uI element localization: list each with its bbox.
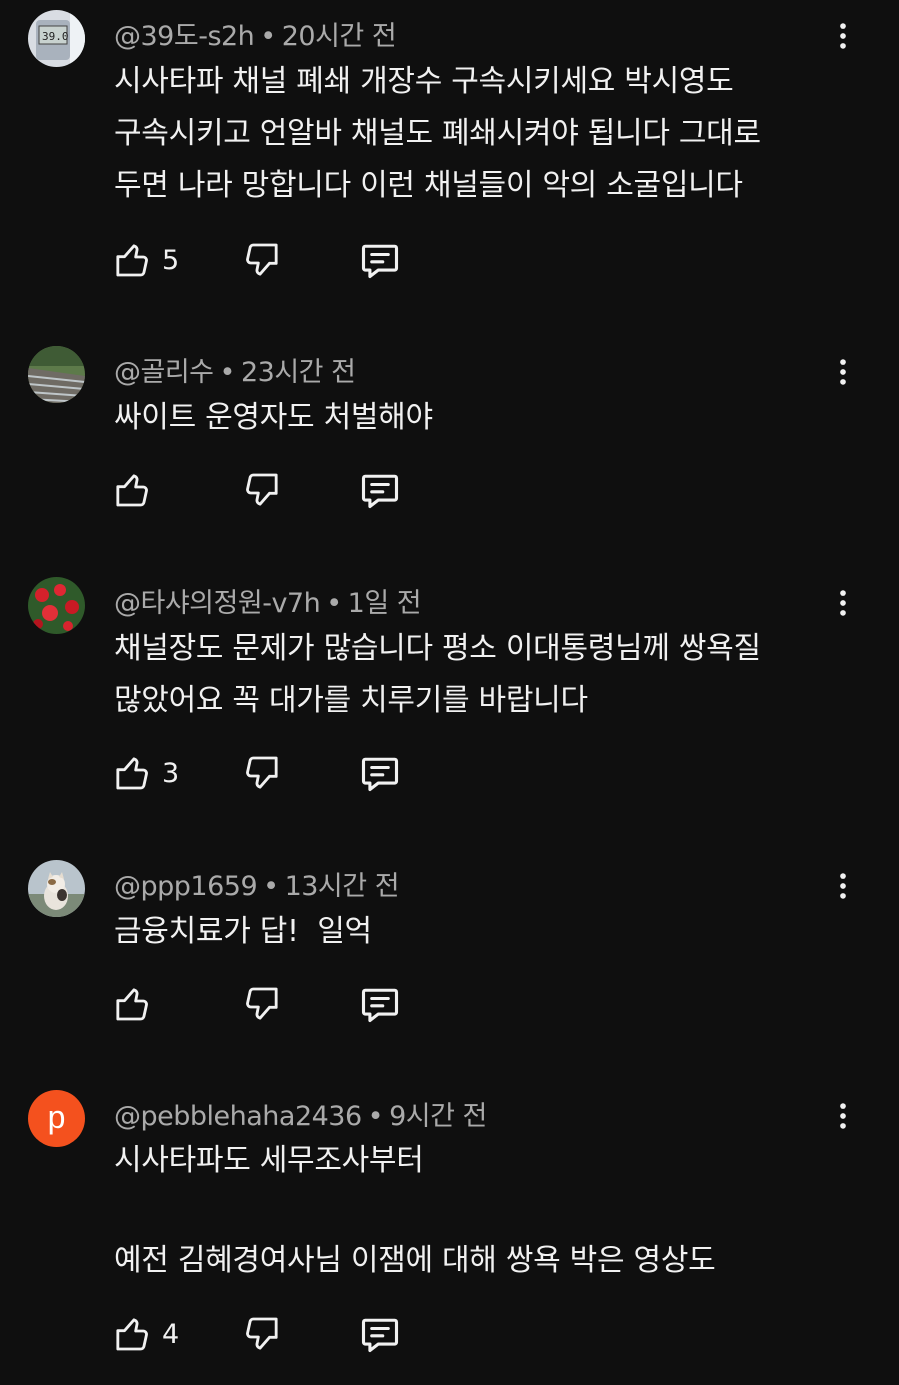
like-button[interactable]: 3 [112,751,179,795]
thumbs-down-icon [242,240,282,280]
more-vert-icon [826,19,860,53]
reply-icon [358,238,402,282]
reply-icon [358,468,402,512]
meta-separator: • [219,357,236,388]
like-count: 3 [162,757,180,789]
comment-text: 채널장도 문제가 많습니다 평소 이대통령님께 쌍욕질 많았어요 꼭 대가를 치… [114,631,761,718]
comment-meta: @ppp1659 • 13시간 전 [114,864,400,903]
dislike-button[interactable] [242,982,282,1026]
comment-time[interactable]: 13시간 전 [285,871,400,902]
avatar[interactable]: 39.0 [28,10,85,67]
comment-time[interactable]: 1일 전 [348,588,422,619]
reply-button[interactable] [358,751,402,795]
comment-text: 싸이트 운영자도 처벌해야 [114,400,433,435]
comment-time[interactable]: 23시간 전 [241,357,356,388]
comment-meta: @골리수 • 23시간 전 [114,350,356,389]
dislike-button[interactable] [242,238,282,282]
more-vert-icon [826,355,860,389]
comment-time[interactable]: 20시간 전 [282,21,397,52]
avatar[interactable]: p [28,1090,85,1147]
avatar[interactable] [28,346,85,403]
avatar[interactable] [28,860,85,917]
reply-icon [358,751,402,795]
more-actions-button[interactable] [826,350,860,394]
comment-text: 시사타파도 세무조사부터 예전 김혜경여사님 이잼에 대해 쌍욕 박은 영상도 [114,1143,716,1278]
like-button[interactable] [112,982,162,1026]
reply-button[interactable] [358,982,402,1026]
more-actions-button[interactable] [826,1094,860,1138]
thumbs-down-icon [242,470,282,510]
thumbs-up-icon [112,984,152,1024]
comment-text: 금융치료가 답! 일억 [114,914,372,949]
reply-button[interactable] [358,1312,402,1356]
author-name[interactable]: @pebblehaha2436 [114,1101,362,1132]
avatar-letter: p [47,1098,66,1135]
thumbs-down-icon [242,1314,282,1354]
thumbs-up-icon [112,240,152,280]
author-name[interactable]: @골리수 [114,357,214,388]
dislike-button[interactable] [242,468,282,512]
comment-time[interactable]: 9시간 전 [389,1101,487,1132]
meta-separator: • [326,588,342,619]
more-vert-icon [826,1099,860,1133]
avatar[interactable] [28,577,85,634]
reply-button[interactable] [358,238,402,282]
more-actions-button[interactable] [826,581,860,625]
dislike-button[interactable] [242,751,282,795]
comment-meta: @타샤의정원-v7h • 1일 전 [114,581,422,620]
meta-separator: • [263,871,279,902]
comment-text: 시사타파 채널 폐쇄 개장수 구속시키세요 박시영도 구속시키고 언알바 채널도… [114,64,761,203]
author-name[interactable]: @39도-s2h [114,21,255,52]
meta-separator: • [367,1101,384,1132]
thumbs-up-icon [112,1314,152,1354]
author-name[interactable]: @타샤의정원-v7h [114,588,321,619]
meta-separator: • [260,21,276,52]
more-vert-icon [826,586,860,620]
author-name[interactable]: @ppp1659 [114,871,258,902]
more-actions-button[interactable] [826,14,860,58]
comment-meta: @39도-s2h • 20시간 전 [114,14,397,53]
reply-icon [358,1312,402,1356]
more-vert-icon [826,869,860,903]
svg-text:39.0: 39.0 [42,30,69,43]
thumbs-down-icon [242,984,282,1024]
like-count: 5 [162,244,180,276]
thumbs-up-icon [112,470,152,510]
thumbs-down-icon [242,753,282,793]
like-button[interactable] [112,468,162,512]
like-button[interactable]: 5 [112,238,179,282]
thumbs-up-icon [112,753,152,793]
reply-button[interactable] [358,468,402,512]
dislike-button[interactable] [242,1312,282,1356]
like-count: 4 [162,1318,180,1350]
more-actions-button[interactable] [826,864,860,908]
reply-icon [358,982,402,1026]
comment-meta: @pebblehaha2436 • 9시간 전 [114,1094,487,1133]
like-button[interactable]: 4 [112,1312,179,1356]
